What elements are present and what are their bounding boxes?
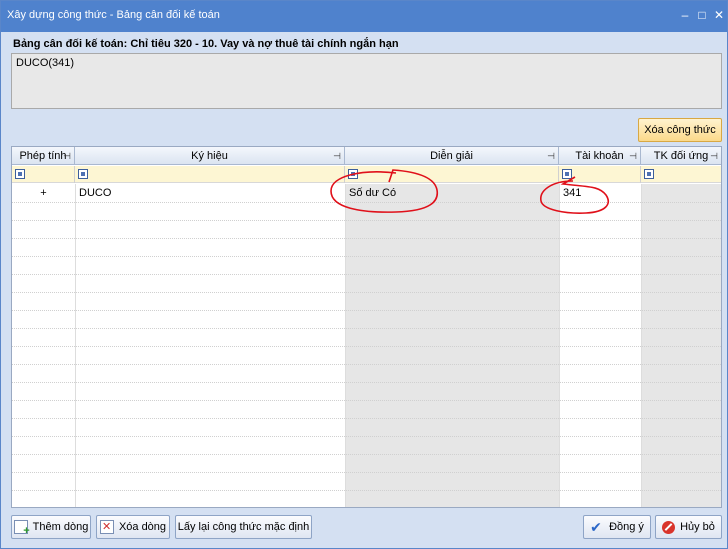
delete-row-label: Xóa dòng bbox=[118, 521, 167, 533]
ok-button[interactable]: ✔ Đồng ý bbox=[583, 515, 651, 539]
filter-cell-contra[interactable] bbox=[641, 166, 721, 183]
column-header-label: Phép tính bbox=[19, 150, 67, 162]
grid-row-line bbox=[12, 418, 721, 419]
delete-row-icon bbox=[99, 520, 114, 534]
filter-icon[interactable] bbox=[644, 169, 654, 179]
cell-description[interactable]: Số dư Có bbox=[349, 185, 555, 202]
column-header-symbol[interactable]: Ký hiệu ⊣ bbox=[75, 147, 345, 165]
cell-symbol[interactable]: DUCO bbox=[79, 185, 341, 202]
column-header-description[interactable]: Diễn giải ⊣ bbox=[345, 147, 559, 165]
close-icon[interactable]: ✕ bbox=[711, 7, 727, 23]
grid-row-line bbox=[12, 490, 721, 491]
cell-operator[interactable]: + bbox=[12, 185, 75, 202]
filter-icon[interactable] bbox=[348, 169, 358, 179]
pin-icon[interactable]: ⊣ bbox=[63, 147, 71, 165]
column-header-contra[interactable]: TK đối ứng ⊣ bbox=[641, 147, 721, 165]
pin-icon[interactable]: ⊣ bbox=[629, 147, 637, 165]
grid-row-line bbox=[12, 202, 721, 203]
grid-row-line bbox=[12, 400, 721, 401]
footer-bar: Thêm dòng Xóa dòng Lấy lại công thức mặc… bbox=[1, 509, 727, 549]
grid-row-line bbox=[12, 292, 721, 293]
grid-row-line bbox=[12, 238, 721, 239]
column-header-label: Tài khoản bbox=[575, 150, 624, 162]
filter-cell-operator[interactable] bbox=[12, 166, 75, 183]
filter-icon[interactable] bbox=[15, 169, 25, 179]
cancel-button[interactable]: Hủy bỏ bbox=[655, 515, 722, 539]
grid-row-line bbox=[12, 346, 721, 347]
grid-row-line bbox=[12, 472, 721, 473]
filter-icon[interactable] bbox=[78, 169, 88, 179]
pin-icon[interactable]: ⊣ bbox=[547, 147, 555, 165]
column-header-label: Diễn giải bbox=[430, 150, 473, 162]
checkmark-icon: ✔ bbox=[590, 519, 602, 535]
pin-icon[interactable]: ⊣ bbox=[333, 147, 341, 165]
filter-cell-symbol[interactable] bbox=[75, 166, 345, 183]
cancel-icon bbox=[662, 520, 676, 534]
window-title: Xây dựng công thức - Bảng cân đối kế toá… bbox=[7, 9, 220, 21]
formula-grid: Phép tính ⊣ Ký hiệu ⊣ Diễn giải ⊣ Tài kh… bbox=[11, 146, 722, 508]
add-row-button[interactable]: Thêm dòng bbox=[11, 515, 91, 539]
column-header-label: TK đối ứng bbox=[653, 150, 709, 162]
grid-row-line bbox=[12, 256, 721, 257]
indicator-heading: Bảng cân đối kế toán: Chỉ tiêu 320 - 10.… bbox=[13, 38, 399, 50]
filter-icon[interactable] bbox=[562, 169, 572, 179]
column-header-account[interactable]: Tài khoản ⊣ bbox=[559, 147, 641, 165]
grid-row-line bbox=[12, 274, 721, 275]
cell-account[interactable]: 341 bbox=[563, 185, 637, 202]
grid-row-line bbox=[12, 364, 721, 365]
grid-row-line bbox=[12, 328, 721, 329]
clear-formula-label: Xóa công thức bbox=[644, 124, 716, 136]
grid-row-line bbox=[12, 310, 721, 311]
filter-row bbox=[12, 166, 721, 183]
clear-formula-button[interactable]: Xóa công thức bbox=[638, 118, 722, 142]
filter-cell-account[interactable] bbox=[559, 166, 641, 183]
column-header-operator[interactable]: Phép tính ⊣ bbox=[12, 147, 75, 165]
reset-default-formula-button[interactable]: Lấy lại công thức mặc định bbox=[175, 515, 312, 539]
pin-icon[interactable]: ⊣ bbox=[710, 147, 718, 165]
reset-default-formula-label: Lấy lại công thức mặc định bbox=[177, 521, 310, 533]
formula-textarea[interactable]: DUCO(341) bbox=[11, 53, 722, 109]
ok-label: Đồng ý bbox=[609, 521, 644, 533]
grid-row-line bbox=[12, 382, 721, 383]
title-bar[interactable]: Xây dựng công thức - Bảng cân đối kế toá… bbox=[1, 1, 727, 32]
grid-row-line bbox=[12, 454, 721, 455]
delete-row-button[interactable]: Xóa dòng bbox=[96, 515, 170, 539]
add-row-icon bbox=[13, 520, 30, 537]
grid-row-line bbox=[12, 220, 721, 221]
add-row-label: Thêm dòng bbox=[32, 521, 89, 533]
grid-row-line bbox=[12, 436, 721, 437]
grid-header: Phép tính ⊣ Ký hiệu ⊣ Diễn giải ⊣ Tài kh… bbox=[12, 147, 721, 165]
minimize-icon[interactable]: – bbox=[677, 7, 693, 23]
formula-builder-dialog: Xây dựng công thức - Bảng cân đối kế toá… bbox=[0, 0, 728, 549]
filter-cell-description[interactable] bbox=[345, 166, 559, 183]
maximize-icon[interactable]: □ bbox=[694, 7, 710, 23]
column-header-label: Ký hiệu bbox=[191, 150, 228, 162]
cancel-label: Hủy bỏ bbox=[680, 521, 715, 533]
